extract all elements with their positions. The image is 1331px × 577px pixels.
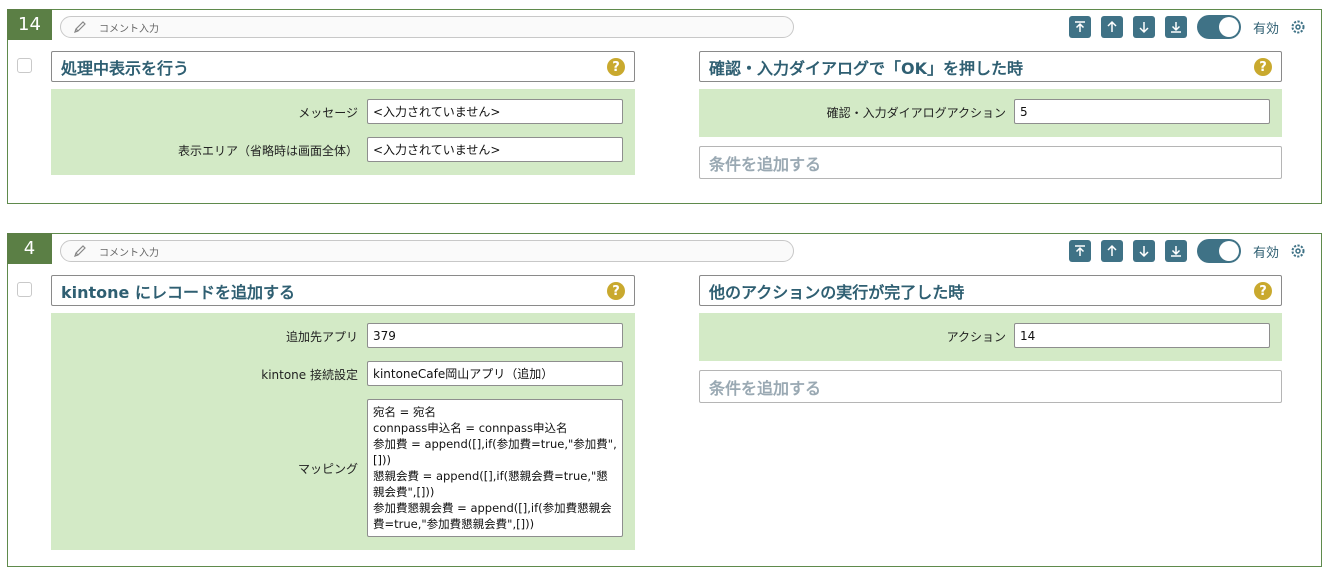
enabled-label: 有効	[1252, 21, 1279, 37]
target-app-field[interactable]: 379	[367, 323, 623, 348]
arrow-to-bottom-icon	[1170, 22, 1181, 33]
right-trigger-title[interactable]: 確認・入力ダイアログで「OK」を押した時 ?	[699, 51, 1282, 82]
arrow-up-icon	[1107, 244, 1117, 256]
right-trigger-title[interactable]: 他のアクションの実行が完了した時 ?	[699, 275, 1282, 306]
field-label: kintone 接続設定	[261, 368, 358, 382]
action-title-text: 処理中表示を行う	[61, 58, 190, 78]
dialog-action-field[interactable]: 5	[1014, 99, 1270, 124]
arrow-up-icon	[1107, 20, 1117, 32]
comment-placeholder: コメント入力	[99, 23, 159, 35]
field-label: 確認・入力ダイアログアクション	[826, 106, 1006, 120]
move-top-button[interactable]	[1068, 240, 1091, 262]
mapping-textarea[interactable]: 宛名 = 宛名 connpass申込名 = connpass申込名 参加費 = …	[367, 399, 623, 537]
action-title-text: kintone にレコードを追加する	[61, 282, 295, 302]
move-bottom-button[interactable]	[1164, 240, 1187, 262]
gear-icon[interactable]	[1289, 242, 1307, 260]
pencil-icon	[72, 243, 88, 259]
select-checkbox[interactable]	[17, 282, 32, 297]
move-top-button[interactable]	[1068, 16, 1091, 38]
action-card: 4 コメント入力 有効 kintone にレコードを追加する ? 追加先アプリ …	[7, 233, 1322, 567]
toggle-knob	[1218, 241, 1239, 261]
left-action-title[interactable]: 処理中表示を行う ?	[51, 51, 635, 82]
help-icon[interactable]: ?	[1254, 58, 1272, 76]
select-checkbox[interactable]	[17, 58, 32, 73]
arrow-to-top-icon	[1074, 21, 1085, 32]
add-condition-button[interactable]: 条件を追加する	[699, 146, 1282, 179]
comment-input[interactable]: コメント入力	[60, 16, 794, 38]
action-field[interactable]: 14	[1014, 323, 1270, 348]
comment-placeholder: コメント入力	[99, 247, 159, 259]
action-number-badge: 14	[7, 9, 52, 40]
toggle-knob	[1218, 17, 1239, 37]
arrow-down-icon	[1139, 246, 1149, 258]
move-bottom-button[interactable]	[1164, 16, 1187, 38]
enabled-toggle[interactable]	[1196, 15, 1241, 39]
display-area-field[interactable]: <入力されていません>	[367, 137, 623, 162]
arrow-to-bottom-icon	[1170, 246, 1181, 257]
pencil-icon	[72, 19, 88, 35]
arrow-down-icon	[1139, 22, 1149, 34]
left-action-title[interactable]: kintone にレコードを追加する ?	[51, 275, 635, 306]
arrow-to-top-icon	[1074, 245, 1085, 256]
card-toolbar: 有効	[1059, 15, 1307, 39]
action-card: 14 コメント入力 有効 処理中表示を行う ? メッセージ <入力されていません…	[7, 9, 1322, 204]
field-label: 表示エリア（省略時は画面全体）	[177, 144, 358, 158]
enabled-toggle[interactable]	[1196, 239, 1241, 263]
field-label: 追加先アプリ	[285, 330, 358, 344]
help-icon[interactable]: ?	[607, 58, 625, 76]
move-up-button[interactable]	[1100, 16, 1123, 38]
comment-input[interactable]: コメント入力	[60, 240, 794, 262]
move-down-button[interactable]	[1132, 240, 1155, 262]
trigger-settings-panel: 確認・入力ダイアログアクション 5	[699, 89, 1282, 137]
gear-icon[interactable]	[1289, 18, 1307, 36]
move-down-button[interactable]	[1132, 16, 1155, 38]
field-label: アクション	[946, 330, 1006, 344]
field-label: メッセージ	[298, 106, 358, 120]
message-field[interactable]: <入力されていません>	[367, 99, 623, 124]
action-number-badge: 4	[7, 233, 52, 264]
trigger-title-text: 他のアクションの実行が完了した時	[709, 282, 965, 302]
card-toolbar: 有効	[1059, 239, 1307, 263]
help-icon[interactable]: ?	[1254, 282, 1272, 300]
add-condition-button[interactable]: 条件を追加する	[699, 370, 1282, 403]
field-label: マッピング	[297, 462, 358, 476]
connection-setting-field[interactable]: kintoneCafe岡山アプリ（追加）	[367, 361, 623, 386]
enabled-label: 有効	[1252, 245, 1279, 261]
move-up-button[interactable]	[1100, 240, 1123, 262]
help-icon[interactable]: ?	[607, 282, 625, 300]
action-settings-panel: 追加先アプリ 379 kintone 接続設定 kintoneCafe岡山アプリ…	[51, 313, 635, 550]
trigger-title-text: 確認・入力ダイアログで「OK」を押した時	[709, 58, 1024, 78]
trigger-settings-panel: アクション 14	[699, 313, 1282, 361]
action-settings-panel: メッセージ <入力されていません> 表示エリア（省略時は画面全体） <入力されて…	[51, 89, 635, 175]
